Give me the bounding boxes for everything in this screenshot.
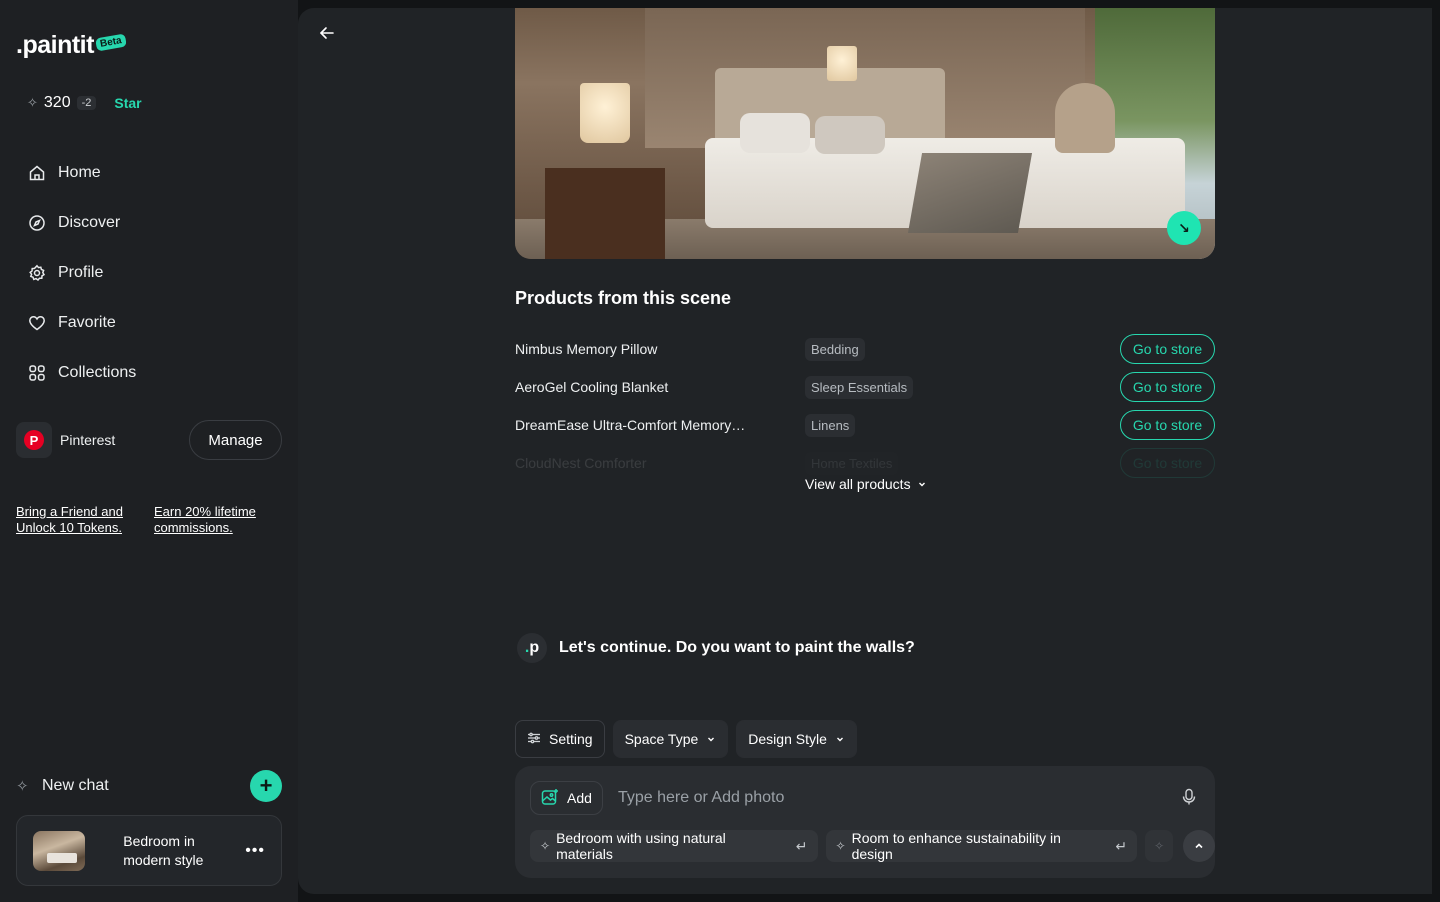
add-photo-button[interactable]: Add bbox=[530, 781, 603, 815]
commission-link[interactable]: Earn 20% lifetime commissions. bbox=[154, 504, 270, 536]
expand-arrow-icon[interactable]: ↘ bbox=[1167, 211, 1201, 245]
nav-item-label: Home bbox=[58, 164, 101, 181]
brand-name: .paintit bbox=[16, 31, 94, 59]
more-options-icon[interactable]: ••• bbox=[245, 842, 265, 860]
sliders-icon bbox=[527, 731, 541, 748]
sidebar: .paintit Beta ✧ 320 -2 Star Home Discove… bbox=[0, 0, 298, 902]
product-name: DreamEase Ultra-Comfort Memory… bbox=[515, 417, 746, 433]
sparkle-icon: ✧ bbox=[16, 778, 29, 795]
setting-label: Setting bbox=[549, 731, 593, 747]
product-row: AeroGel Cooling Blanket Sleep Essentials… bbox=[515, 368, 1215, 406]
generation-options: Setting Space Type Design Style bbox=[515, 720, 857, 758]
assistant-avatar: .p bbox=[517, 633, 547, 663]
suggestion-chip[interactable]: ✧ Bedroom with using natural materials ↵ bbox=[530, 830, 818, 862]
chat-composer: Add Type here or Add photo ✧ Bedroom wit… bbox=[515, 766, 1215, 878]
go-to-store-button[interactable]: Go to store bbox=[1120, 410, 1215, 440]
suggestion-text: Bedroom with using natural materials bbox=[556, 830, 726, 862]
prompt-input[interactable]: Type here or Add photo bbox=[618, 789, 784, 807]
token-balance: ✧ 320 -2 Star bbox=[27, 94, 142, 112]
space-type-dropdown[interactable]: Space Type bbox=[612, 720, 729, 758]
microphone-icon[interactable] bbox=[1181, 788, 1197, 811]
nav-item-collections[interactable]: Collections bbox=[16, 348, 282, 398]
nav-item-discover[interactable]: Discover bbox=[16, 198, 282, 248]
suggestion-chip[interactable]: ✧ Room to enhance sustainability in desi… bbox=[825, 830, 1138, 862]
product-category-tag: Home Textiles bbox=[805, 451, 899, 475]
product-name: Nimbus Memory Pillow bbox=[515, 341, 658, 357]
manage-button[interactable]: Manage bbox=[189, 420, 282, 460]
pinterest-icon: P bbox=[16, 422, 52, 458]
grid-icon bbox=[28, 364, 46, 382]
new-chat-button[interactable]: + bbox=[250, 770, 282, 802]
brand-logo[interactable]: .paintit Beta bbox=[16, 30, 127, 60]
chat-thumbnail bbox=[33, 830, 86, 871]
beta-badge: Beta bbox=[95, 33, 127, 52]
sparkle-icon: ✧ bbox=[835, 839, 846, 853]
chat-title: Bedroom in modern style bbox=[123, 832, 204, 868]
nav-item-label: Favorite bbox=[58, 314, 116, 331]
products-title: Products from this scene bbox=[515, 288, 732, 308]
products-list: Nimbus Memory Pillow Bedding Go to store… bbox=[515, 330, 1215, 482]
go-to-store-button[interactable]: Go to store bbox=[1120, 372, 1215, 402]
sparkle-icon: ✧ bbox=[540, 839, 551, 853]
assistant-message-text: Let's continue. Do you want to paint the… bbox=[559, 639, 915, 656]
pinterest-label: Pinterest bbox=[60, 432, 116, 448]
nav-item-label: Collections bbox=[58, 364, 137, 381]
gear-icon bbox=[28, 264, 46, 282]
back-arrow-icon[interactable] bbox=[316, 22, 338, 44]
compass-icon bbox=[28, 214, 46, 232]
go-to-store-button[interactable]: Go to store bbox=[1120, 334, 1215, 364]
prompt-suggestions: ✧ Bedroom with using natural materials ↵… bbox=[530, 830, 1215, 862]
sparkle-icon[interactable]: ✧ bbox=[1145, 830, 1174, 862]
new-chat-label: New chat bbox=[42, 777, 109, 794]
assistant-message: .p Let's continue. Do you want to paint … bbox=[517, 633, 915, 663]
chevron-down-icon bbox=[706, 731, 716, 747]
nav-item-favorite[interactable]: Favorite bbox=[16, 298, 282, 348]
pinterest-connection: P Pinterest Manage bbox=[16, 420, 282, 460]
add-image-icon bbox=[541, 788, 559, 809]
product-row: DreamEase Ultra-Comfort Memory… Linens G… bbox=[515, 406, 1215, 444]
main-nav: Home Discover Profile Favorite Collectio… bbox=[16, 148, 282, 398]
nav-item-label: Discover bbox=[58, 214, 121, 231]
chat-history-item[interactable]: Bedroom in modern style ••• bbox=[16, 815, 282, 886]
nav-item-home[interactable]: Home bbox=[16, 148, 282, 198]
design-style-label: Design Style bbox=[748, 731, 827, 747]
product-row: Nimbus Memory Pillow Bedding Go to store bbox=[515, 330, 1215, 368]
suggestion-text: Room to enhance sustainability in design bbox=[851, 830, 1061, 862]
go-to-store-button[interactable]: Go to store bbox=[1120, 448, 1215, 478]
enter-icon: ↵ bbox=[795, 837, 808, 854]
add-label: Add bbox=[567, 790, 592, 806]
enter-icon: ↵ bbox=[1115, 837, 1128, 854]
new-chat-row: ✧ New chat + bbox=[16, 770, 282, 802]
chevron-down-icon bbox=[917, 476, 927, 492]
view-all-products-button[interactable]: View all products bbox=[805, 476, 927, 492]
chevron-down-icon bbox=[835, 731, 845, 747]
nav-item-profile[interactable]: Profile bbox=[16, 248, 282, 298]
heart-icon bbox=[28, 314, 46, 332]
product-category-tag: Sleep Essentials bbox=[805, 375, 914, 399]
home-icon bbox=[28, 164, 46, 182]
product-category-tag: Bedding bbox=[805, 337, 865, 361]
referral-links: Bring a Friend and Unlock 10 Tokens. Ear… bbox=[16, 504, 270, 536]
chevron-up-icon[interactable] bbox=[1183, 830, 1215, 862]
sparkle-icon: ✧ bbox=[27, 95, 38, 110]
space-type-label: Space Type bbox=[624, 731, 699, 747]
nav-item-label: Profile bbox=[58, 264, 104, 281]
product-name: CloudNest Comforter bbox=[515, 455, 647, 471]
token-count: 320 bbox=[43, 94, 71, 111]
star-link[interactable]: Star bbox=[114, 95, 141, 111]
product-name: AeroGel Cooling Blanket bbox=[515, 379, 669, 395]
generated-room-image: ↘ bbox=[515, 8, 1215, 259]
token-delta: -2 bbox=[76, 96, 97, 110]
main-panel: ↘ Products from this scene Nimbus Memory… bbox=[298, 8, 1432, 894]
refer-friend-link[interactable]: Bring a Friend and Unlock 10 Tokens. bbox=[16, 504, 132, 536]
setting-button[interactable]: Setting bbox=[515, 720, 605, 758]
view-all-label: View all products bbox=[805, 476, 911, 492]
design-style-dropdown[interactable]: Design Style bbox=[736, 720, 857, 758]
product-category-tag: Linens bbox=[805, 413, 856, 437]
